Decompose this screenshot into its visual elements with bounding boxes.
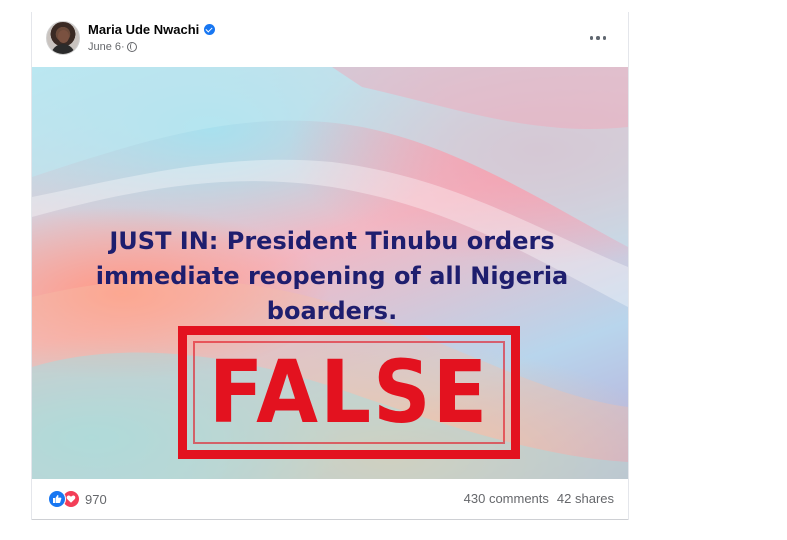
post-meta: June 6 · bbox=[88, 41, 137, 53]
post-image[interactable]: JUST IN: President Tinubu orders immedia… bbox=[32, 67, 628, 479]
headline-text: JUST IN: President Tinubu orders immedia… bbox=[95, 227, 569, 325]
stamp-text: FALSE bbox=[208, 341, 490, 443]
verified-badge-icon bbox=[204, 24, 216, 35]
author-name[interactable]: Maria Ude Nwachi bbox=[88, 22, 199, 37]
avatar-face bbox=[58, 30, 69, 43]
avatar-shoulders bbox=[51, 44, 75, 54]
false-stamp: FALSE bbox=[178, 326, 520, 459]
reaction-count: 970 bbox=[85, 491, 107, 507]
post-header: Maria Ude Nwachi June 6 · bbox=[32, 12, 628, 67]
post-footer: 970 430 comments 42 shares bbox=[32, 479, 628, 520]
more-options-icon[interactable] bbox=[580, 26, 616, 50]
like-icon bbox=[48, 490, 66, 508]
shares-count[interactable]: 42 shares bbox=[557, 491, 614, 506]
date-separator: · bbox=[121, 41, 125, 53]
author-avatar[interactable] bbox=[46, 21, 80, 55]
comments-count[interactable]: 430 comments bbox=[464, 491, 549, 506]
globe-icon[interactable] bbox=[126, 42, 137, 52]
author-name-row: Maria Ude Nwachi bbox=[88, 22, 216, 37]
reactions-summary[interactable]: 970 bbox=[48, 490, 107, 508]
engagement-stats: 430 comments 42 shares bbox=[464, 491, 614, 506]
post-date[interactable]: June 6 bbox=[88, 41, 121, 53]
facebook-post: Maria Ude Nwachi June 6 · JUST IN: Presi… bbox=[31, 12, 629, 520]
